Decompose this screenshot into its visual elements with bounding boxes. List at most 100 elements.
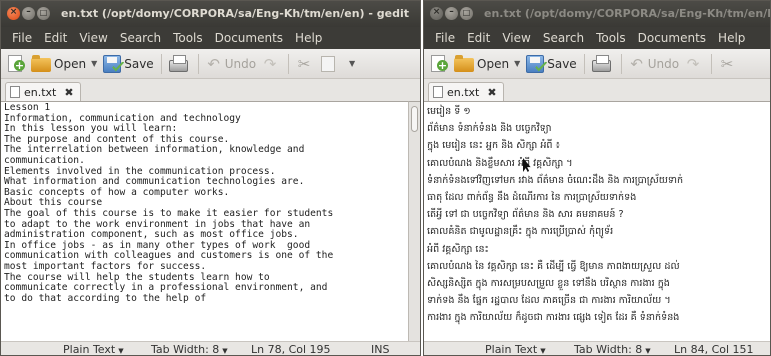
tab-label: en.txt <box>24 85 57 99</box>
tab-en-txt[interactable]: en.txt ✖ <box>428 82 504 101</box>
menu-tools[interactable]: Tools <box>590 27 632 49</box>
menu-file[interactable]: File <box>6 27 38 49</box>
save-button[interactable]: Save <box>100 51 156 77</box>
chevron-down-icon: ▼ <box>118 347 124 355</box>
tab-en-txt[interactable]: en.txt ✖ <box>5 82 81 101</box>
cursor-position: Ln 78, Col 195 <box>251 343 331 356</box>
menu-help[interactable]: Help <box>289 27 328 49</box>
menu-documents[interactable]: Documents <box>209 27 289 49</box>
new-button[interactable] <box>5 51 28 77</box>
redo-button[interactable]: ↷ <box>259 51 284 77</box>
scissors-icon: ✂ <box>297 54 311 73</box>
save-button[interactable]: Save <box>523 51 579 77</box>
menu-help[interactable]: Help <box>712 27 751 49</box>
minimize-window-icon[interactable] <box>445 6 458 20</box>
close-window-icon[interactable] <box>7 6 20 20</box>
text-editor[interactable]: មេរៀន ទី ១ព័ត៌មាន ទំនាក់ទំនង និង បច្ចេកវ… <box>424 101 770 341</box>
new-document-icon <box>8 55 25 72</box>
status-bar: Plain Text ▼ Tab Width: 8 ▼ Ln 78, Col 195… <box>1 341 420 356</box>
cut-button[interactable]: ✂ <box>716 51 741 77</box>
language-label: Plain Text <box>485 343 538 356</box>
window-title: en.txt (/opt/domy/CORPORA/sa/Eng-Kh/tm/e… <box>484 7 770 20</box>
undo-button[interactable]: ↶ Undo <box>626 51 682 77</box>
text-line[interactable]: គោលបំណង នៃ វគ្គសិក្សា នេះ គឺ ដើម្បី ធ្វើ… <box>427 258 770 275</box>
tab-label: en.txt <box>447 85 480 99</box>
scrollbar-thumb[interactable] <box>411 106 418 132</box>
menu-view[interactable]: View <box>73 27 113 49</box>
toolbar-separator <box>620 53 622 74</box>
close-tab-icon[interactable]: ✖ <box>487 86 496 99</box>
text-line[interactable]: មេរៀន ទី ១ <box>427 103 770 120</box>
minimize-window-icon[interactable] <box>22 6 35 20</box>
save-icon <box>103 54 122 73</box>
text-line[interactable]: ទាក់ទង នឹង ផ្នែក រដ្ឋបាល ដែល ភាគច្រើន ជា… <box>427 292 770 309</box>
title-bar[interactable]: en.txt (/opt/domy/CORPORA/sa/Eng-Kh/tm/e… <box>1 1 420 27</box>
text-line[interactable]: ការងារ ក្នុង ការិយាល័យ ក៏ដូចជា ការងារ ផ្… <box>427 309 770 326</box>
gedit-window-left: en.txt (/opt/domy/CORPORA/sa/Eng-Kh/tm/e… <box>0 0 421 356</box>
undo-button[interactable]: ↶ Undo <box>203 51 259 77</box>
text-line[interactable]: ក្នុង មេរៀន នេះ អ្នក និង សិក្សា អំពី ៖ <box>427 137 770 154</box>
close-window-icon[interactable] <box>430 6 443 20</box>
language-selector[interactable]: Plain Text ▼ <box>63 343 124 355</box>
save-icon <box>526 54 545 73</box>
chevron-down-icon[interactable]: ▼ <box>514 59 520 68</box>
open-button[interactable]: Open ▼ <box>451 51 523 77</box>
chevron-down-icon[interactable]: ▼ <box>91 59 97 68</box>
redo-button[interactable]: ↷ <box>682 51 707 77</box>
tab-width-selector[interactable]: Tab Width: 8 ▼ <box>151 343 228 355</box>
text-line[interactable]: សិស្សនិស្សិត ក្នុង ការសម្របសម្រួល ខ្លួន … <box>427 275 770 292</box>
new-button[interactable] <box>428 51 451 77</box>
text-editor[interactable]: Lesson 1 Information, communication and t… <box>1 101 408 341</box>
maximize-window-icon[interactable] <box>37 6 50 20</box>
text-line[interactable]: តើអ្វី ទៅ ជា បច្ចេកវិទ្យា ព័ត៌មាន និង សា… <box>427 206 770 223</box>
tab-width-label: Tab Width: 8 <box>574 343 643 356</box>
tab-width-selector[interactable]: Tab Width: 8 ▼ <box>574 343 651 356</box>
menu-view[interactable]: View <box>496 27 536 49</box>
printer-icon <box>591 55 611 72</box>
undo-label: Undo <box>647 56 680 71</box>
maximize-window-icon[interactable] <box>460 6 473 20</box>
menu-edit[interactable]: Edit <box>461 27 496 49</box>
text-line[interactable]: The goal of this course is to make it ea… <box>4 208 408 220</box>
toolbar-overflow[interactable]: ▼ <box>341 51 358 77</box>
menu-file[interactable]: File <box>429 27 461 49</box>
text-file-icon <box>10 86 20 98</box>
language-selector[interactable]: Plain Text ▼ <box>485 343 546 356</box>
open-button[interactable]: Open ▼ <box>28 51 100 77</box>
menu-bar: File Edit View Search Tools Documents He… <box>1 27 420 49</box>
text-line[interactable]: គោលគំនិត ជាមូលដ្ឋានគ្រឹះ ក្នុង ការប្រើប្… <box>427 223 770 240</box>
print-button[interactable] <box>589 51 617 77</box>
text-line[interactable]: ព័ត៌មាន ទំនាក់ទំនង និង បច្ចេកវិទ្យា <box>427 120 770 137</box>
copy-button[interactable] <box>318 51 341 77</box>
menu-tools[interactable]: Tools <box>167 27 209 49</box>
cursor-position: Ln 84, Col 151 <box>674 343 754 356</box>
scissors-icon: ✂ <box>720 54 734 73</box>
editor-text[interactable]: Lesson 1 Information, communication and t… <box>1 102 408 304</box>
chevron-down-icon: ▼ <box>540 347 546 355</box>
menu-edit[interactable]: Edit <box>38 27 73 49</box>
undo-icon: ↶ <box>630 54 643 73</box>
menu-search[interactable]: Search <box>114 27 167 49</box>
text-line[interactable]: ធាតុ ដែល ពាក់ព័ន្ធ នឹង ដំណើរការ នៃ ការប្… <box>427 189 770 206</box>
menu-search[interactable]: Search <box>537 27 590 49</box>
cut-button[interactable]: ✂ <box>293 51 318 77</box>
text-line[interactable]: Lesson 1 <box>4 102 408 114</box>
text-line[interactable]: អំពី វគ្គសិក្សា នេះ <box>427 241 770 258</box>
vertical-scrollbar[interactable] <box>408 101 420 341</box>
text-line[interactable]: most important factors for success. <box>4 261 408 273</box>
chevron-down-icon: ▼ <box>222 347 228 355</box>
text-line[interactable]: គោលបំណង និងខ្លឹមសារ អំពី វគ្គសិក្សា ។ <box>427 155 770 172</box>
menu-bar: File Edit View Search Tools Documents He… <box>424 27 770 49</box>
open-label: Open <box>54 56 87 71</box>
editor-text[interactable]: មេរៀន ទី ១ព័ត៌មាន ទំនាក់ទំនង និង បច្ចេកវ… <box>424 102 770 326</box>
text-line[interactable]: to do that according to the help of <box>4 293 408 305</box>
toolbar: Open ▼ Save ↶ Undo ↷ ✂ ▼ <box>1 49 420 79</box>
copy-icon <box>321 56 336 72</box>
printer-icon <box>168 55 188 72</box>
title-bar[interactable]: en.txt (/opt/domy/CORPORA/sa/Eng-Kh/tm/e… <box>424 1 770 27</box>
close-tab-icon[interactable]: ✖ <box>64 86 73 99</box>
text-line[interactable]: communication. <box>4 155 408 167</box>
print-button[interactable] <box>166 51 194 77</box>
menu-documents[interactable]: Documents <box>632 27 712 49</box>
text-line[interactable]: ទំនាក់ទំនងទៅវិញទៅមក រវាង ព័ត៌មាន ចំណេះដឹ… <box>427 172 770 189</box>
